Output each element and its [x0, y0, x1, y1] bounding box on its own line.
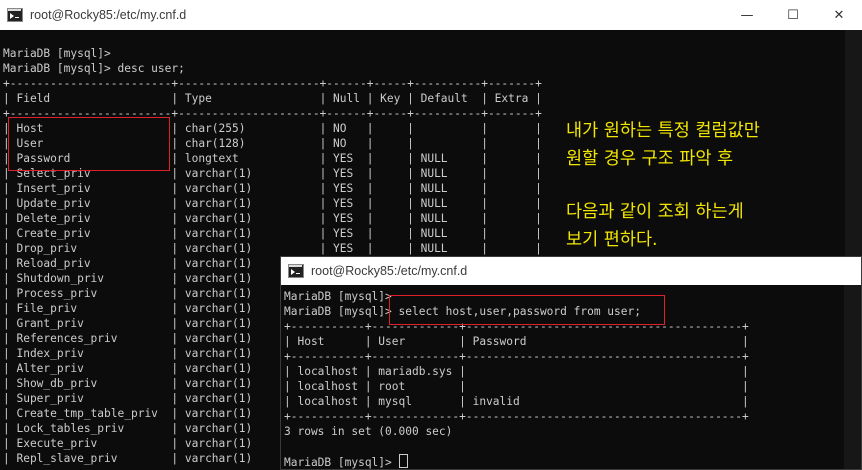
terminal-line: MariaDB [mysql]> — [3, 47, 111, 60]
annotation-text-3: 다음과 같이 조회 하는게 — [566, 202, 744, 222]
close-icon: ✕ — [833, 7, 845, 23]
terminal-line: | localhost | mysql | invalid | — [284, 395, 749, 408]
title-bar[interactable]: root@Rocky85:/etc/my.cnf.d — [281, 257, 861, 285]
terminal-line: +-----------+-------------+-------------… — [284, 350, 749, 363]
terminal-line: | localhost | mariadb.sys | | — [284, 365, 749, 378]
terminal-line: | Show_db_priv | varchar(1) | — [3, 377, 327, 390]
maximize-icon: ☐ — [787, 7, 799, 23]
terminal-app-icon — [288, 263, 304, 279]
terminal-line: | Host | User | Password | — [284, 335, 749, 348]
close-button[interactable]: ✕ — [816, 0, 862, 30]
terminal-line: | Shutdown_priv | varchar(1) | — [3, 272, 327, 285]
terminal-line: | Update_priv | varchar(1) | YES | | NUL… — [3, 197, 542, 210]
terminal-line: | Insert_priv | varchar(1) | YES | | NUL… — [3, 182, 542, 195]
annotation-text-1: 내가 원하는 특정 컬럼값만 — [566, 121, 760, 141]
terminal-line: +-----------+-------------+-------------… — [284, 410, 749, 423]
text-cursor — [398, 454, 408, 468]
terminal-line: | Alter_priv | varchar(1) | — [3, 362, 327, 375]
terminal-line: | Create_priv | varchar(1) | YES | | NUL… — [3, 227, 542, 240]
window-title: root@Rocky85:/etc/my.cnf.d — [311, 264, 468, 278]
terminal-line: | localhost | root | | — [284, 380, 749, 393]
minimize-icon: — — [740, 7, 754, 23]
highlight-box-query — [389, 295, 665, 325]
prompt-text: MariaDB [mysql]> — [284, 456, 399, 469]
terminal-line: | Repl_slave_priv | varchar(1) | — [3, 452, 327, 465]
annotation-text-2: 원할 경우 구조 파악 후 — [566, 149, 734, 169]
window-title: root@Rocky85:/etc/my.cnf.d — [30, 8, 187, 22]
annotation-text-4: 보기 편하다. — [566, 230, 658, 250]
terminal-line: | Execute_priv | varchar(1) | — [3, 437, 327, 450]
terminal-line: MariaDB [mysql]> — [284, 290, 392, 303]
terminal-line: | Field | Type | Null | Key | Default | … — [3, 92, 542, 105]
minimize-button[interactable]: — — [724, 0, 770, 30]
terminal-window-query: root@Rocky85:/etc/my.cnf.d MariaDB [mysq… — [280, 256, 862, 470]
terminal-line: MariaDB [mysql]> desc user; — [3, 62, 185, 75]
terminal-line: | Create_tmp_table_priv | varchar(1) | — [3, 407, 327, 420]
terminal-line: | Delete_priv | varchar(1) | YES | | NUL… — [3, 212, 542, 225]
terminal-prompt-line[interactable]: MariaDB [mysql]> — [284, 454, 408, 469]
terminal-line: | Index_priv | varchar(1) | — [3, 347, 327, 360]
maximize-button[interactable]: ☐ — [770, 0, 816, 30]
terminal-line: | Reload_priv | varchar(1) | — [3, 257, 327, 270]
highlight-box-fields — [8, 117, 170, 171]
terminal-line: | Lock_tables_priv | varchar(1) | — [3, 422, 327, 435]
terminal-line: | Grant_priv | varchar(1) | — [3, 317, 327, 330]
terminal-line: | Process_priv | varchar(1) | — [3, 287, 327, 300]
terminal-app-icon — [7, 7, 23, 23]
scrollbar[interactable] — [844, 285, 861, 469]
terminal-line: | File_priv | varchar(1) | — [3, 302, 327, 315]
title-bar[interactable]: root@Rocky85:/etc/my.cnf.d — ☐ ✕ — [0, 0, 862, 30]
terminal-line: | References_priv | varchar(1) | — [3, 332, 327, 345]
terminal-line: | Super_priv | varchar(1) | — [3, 392, 327, 405]
terminal-line: +------------------------+--------------… — [3, 77, 542, 90]
terminal-line: | Drop_priv | varchar(1) | YES | | NULL … — [3, 242, 542, 255]
terminal-line: 3 rows in set (0.000 sec) — [284, 425, 453, 438]
